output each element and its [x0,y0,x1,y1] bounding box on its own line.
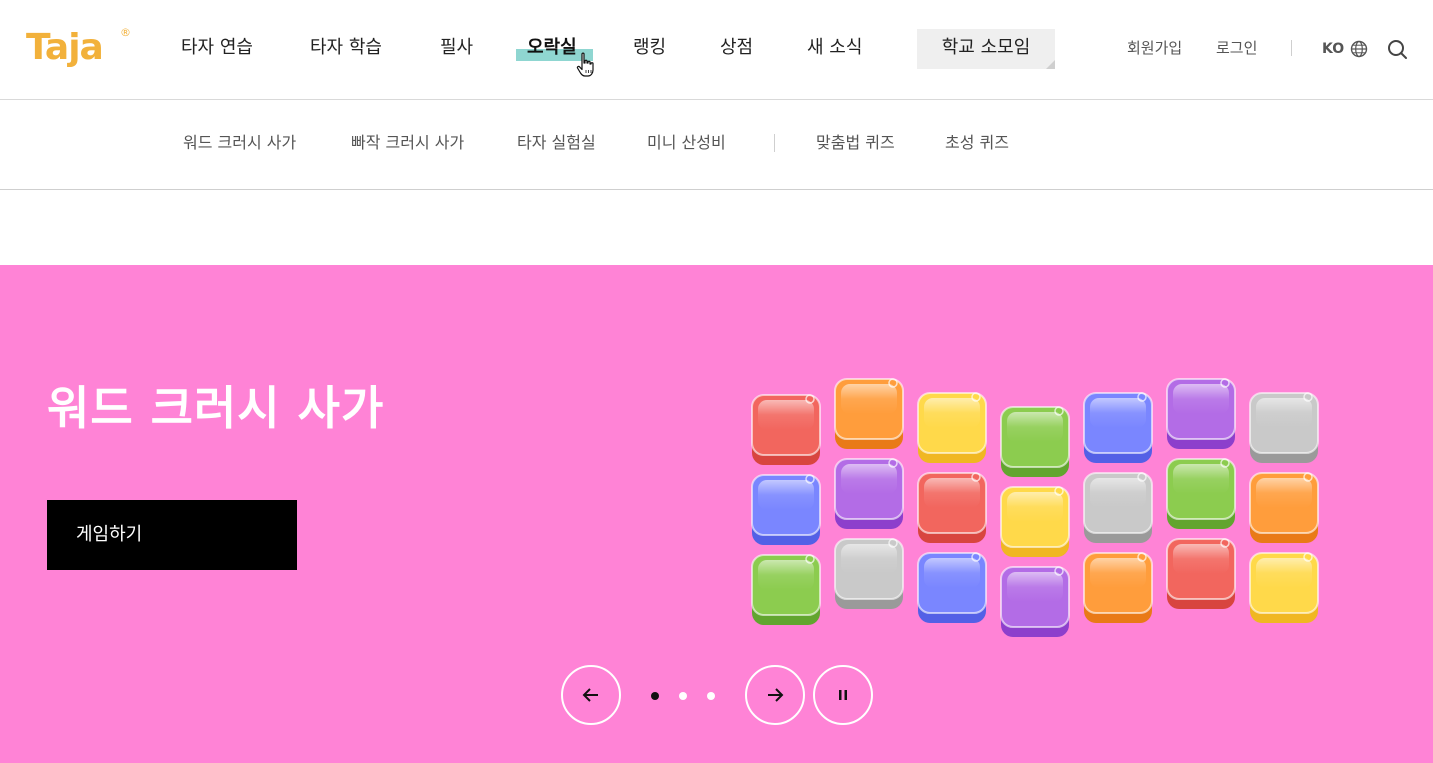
candy-block [1166,458,1236,529]
subnav-item-typing-lab[interactable]: 타자 실험실 [517,131,596,155]
corner-fold-decoration [1046,60,1055,69]
candy-block [751,394,821,465]
candy-block [834,538,904,609]
login-link[interactable]: 로그인 [1216,36,1257,60]
candy-block [1166,538,1236,609]
site-header: Taja ® 타자 연습 타자 학습 필사 오락실 랭킹 상점 새 소식 학교 … [0,0,1433,100]
subnav-divider [774,134,775,152]
candy-block [1083,472,1153,543]
nav-item-typing-practice[interactable]: 타자 연습 [181,34,253,62]
nav-item-ranking[interactable]: 랭킹 [633,34,666,62]
candy-block [1000,566,1070,637]
hero-banner: 워드 크러시 사가 게임하기 [0,265,1433,763]
subnav-item-word-crush-saga[interactable]: 워드 크러시 사가 [183,131,296,155]
slide-pause-button[interactable] [813,665,873,725]
signup-link[interactable]: 회원가입 [1127,36,1182,60]
hero-title: 워드 크러시 사가 [47,381,385,435]
candy-block [917,552,987,623]
candy-block [751,474,821,545]
nav-item-transcription[interactable]: 필사 [440,34,473,62]
nav-item-arcade[interactable]: 오락실 [527,34,577,62]
subnav-item-spelling-quiz[interactable]: 맞춤법 퀴즈 [816,131,895,155]
slide-next-button[interactable] [745,665,805,725]
slide-indicator-2[interactable] [679,692,687,700]
slide-indicator-1[interactable] [651,692,659,700]
nav-item-typing-learning[interactable]: 타자 학습 [310,34,382,62]
candy-block [1166,378,1236,449]
hand-pointer-icon [576,52,594,77]
candy-block [917,472,987,543]
arrow-right-icon [768,688,784,702]
util-divider [1291,40,1292,56]
sub-nav: 워드 크러시 사가 빠작 크러시 사가 타자 실험실 미니 산성비 맞춤법 퀴즈… [0,100,1433,190]
play-game-button[interactable]: 게임하기 [47,500,297,570]
search-icon [1388,40,1407,59]
candy-block [917,392,987,463]
candy-block [1083,552,1153,623]
nav-item-shop[interactable]: 상점 [720,34,753,62]
candy-block [834,378,904,449]
arrow-left-icon [582,688,598,702]
subnav-item-ppajak-crush-saga[interactable]: 빠작 크러시 사가 [351,131,464,155]
candy-blocks-illustration [751,378,1319,637]
nav-item-news[interactable]: 새 소식 [807,34,862,62]
candy-block [1249,472,1319,543]
subnav-item-mini-acid-rain[interactable]: 미니 산성비 [647,131,726,155]
language-label: KO [1322,41,1345,57]
candy-block [1249,552,1319,623]
pause-icon [839,690,847,700]
slide-indicator-3[interactable] [707,692,715,700]
candy-block [1000,406,1070,477]
candy-block [1083,392,1153,463]
candy-block [834,458,904,529]
subnav-item-initial-consonant-quiz[interactable]: 초성 퀴즈 [945,131,1009,155]
candy-block [1249,392,1319,463]
candy-block [751,554,821,625]
search-button[interactable] [1386,38,1408,60]
language-selector[interactable]: KO [1322,38,1368,60]
globe-icon [1350,40,1368,58]
nav-item-school-group-label: 학교 소모임 [941,37,1031,58]
slide-prev-button[interactable] [561,665,621,725]
candy-block [1000,486,1070,557]
nav-item-school-group[interactable]: 학교 소모임 [917,29,1055,69]
